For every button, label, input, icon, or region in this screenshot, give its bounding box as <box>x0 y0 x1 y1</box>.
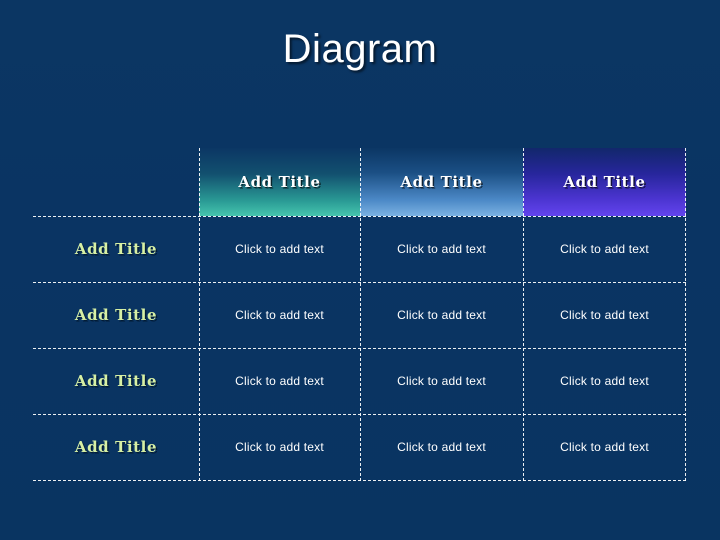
diagram-table: Add Title Add Title Add Title Add Title … <box>33 148 686 481</box>
page-title[interactable]: Diagram <box>0 26 720 72</box>
table-cell-r3c1[interactable]: Click to add text <box>199 348 360 414</box>
table-cell-r1c2-text: Click to add text <box>397 242 486 256</box>
table-cell-r4c3-text: Click to add text <box>560 440 649 454</box>
table-cell-r4c2[interactable]: Click to add text <box>360 414 523 480</box>
grid-vline-2 <box>360 148 361 481</box>
table-cell-r3c3[interactable]: Click to add text <box>523 348 686 414</box>
grid-vline-3 <box>523 148 524 481</box>
column-header-2-label: Add Title <box>400 173 483 191</box>
column-header-2[interactable]: Add Title <box>360 148 523 216</box>
slide-canvas: Diagram Add Title Add Title Add Title Ad… <box>0 0 720 540</box>
table-cell-r2c3-text: Click to add text <box>560 308 649 322</box>
table-cell-r1c3-text: Click to add text <box>560 242 649 256</box>
column-header-1-label: Add Title <box>238 173 321 191</box>
row-label-2[interactable]: Add Title <box>33 282 199 348</box>
table-cell-r1c1-text: Click to add text <box>235 242 324 256</box>
table-cell-r4c2-text: Click to add text <box>397 440 486 454</box>
table-cell-r3c2[interactable]: Click to add text <box>360 348 523 414</box>
grid-vline-4 <box>685 148 686 481</box>
table-cell-r3c2-text: Click to add text <box>397 374 486 388</box>
column-header-3[interactable]: Add Title <box>523 148 686 216</box>
grid-vline-1 <box>199 148 200 481</box>
table-cell-r1c1[interactable]: Click to add text <box>199 216 360 282</box>
table-cell-r2c3[interactable]: Click to add text <box>523 282 686 348</box>
row-label-1[interactable]: Add Title <box>33 216 199 282</box>
table-cell-r3c1-text: Click to add text <box>235 374 324 388</box>
row-label-1-text: Add Title <box>74 240 158 258</box>
table-cell-r2c1[interactable]: Click to add text <box>199 282 360 348</box>
table-cell-r4c3[interactable]: Click to add text <box>523 414 686 480</box>
row-label-3-text: Add Title <box>74 372 158 390</box>
row-label-3[interactable]: Add Title <box>33 348 199 414</box>
column-header-3-label: Add Title <box>563 173 646 191</box>
row-label-2-text: Add Title <box>74 306 158 324</box>
table-cell-r1c2[interactable]: Click to add text <box>360 216 523 282</box>
row-label-4-text: Add Title <box>74 438 158 456</box>
table-cell-r2c2[interactable]: Click to add text <box>360 282 523 348</box>
table-cell-r3c3-text: Click to add text <box>560 374 649 388</box>
column-header-1[interactable]: Add Title <box>199 148 360 216</box>
table-cell-r2c1-text: Click to add text <box>235 308 324 322</box>
table-cell-r1c3[interactable]: Click to add text <box>523 216 686 282</box>
table-cell-r4c1-text: Click to add text <box>235 440 324 454</box>
table-cell-r2c2-text: Click to add text <box>397 308 486 322</box>
row-label-4[interactable]: Add Title <box>33 414 199 480</box>
table-cell-r4c1[interactable]: Click to add text <box>199 414 360 480</box>
